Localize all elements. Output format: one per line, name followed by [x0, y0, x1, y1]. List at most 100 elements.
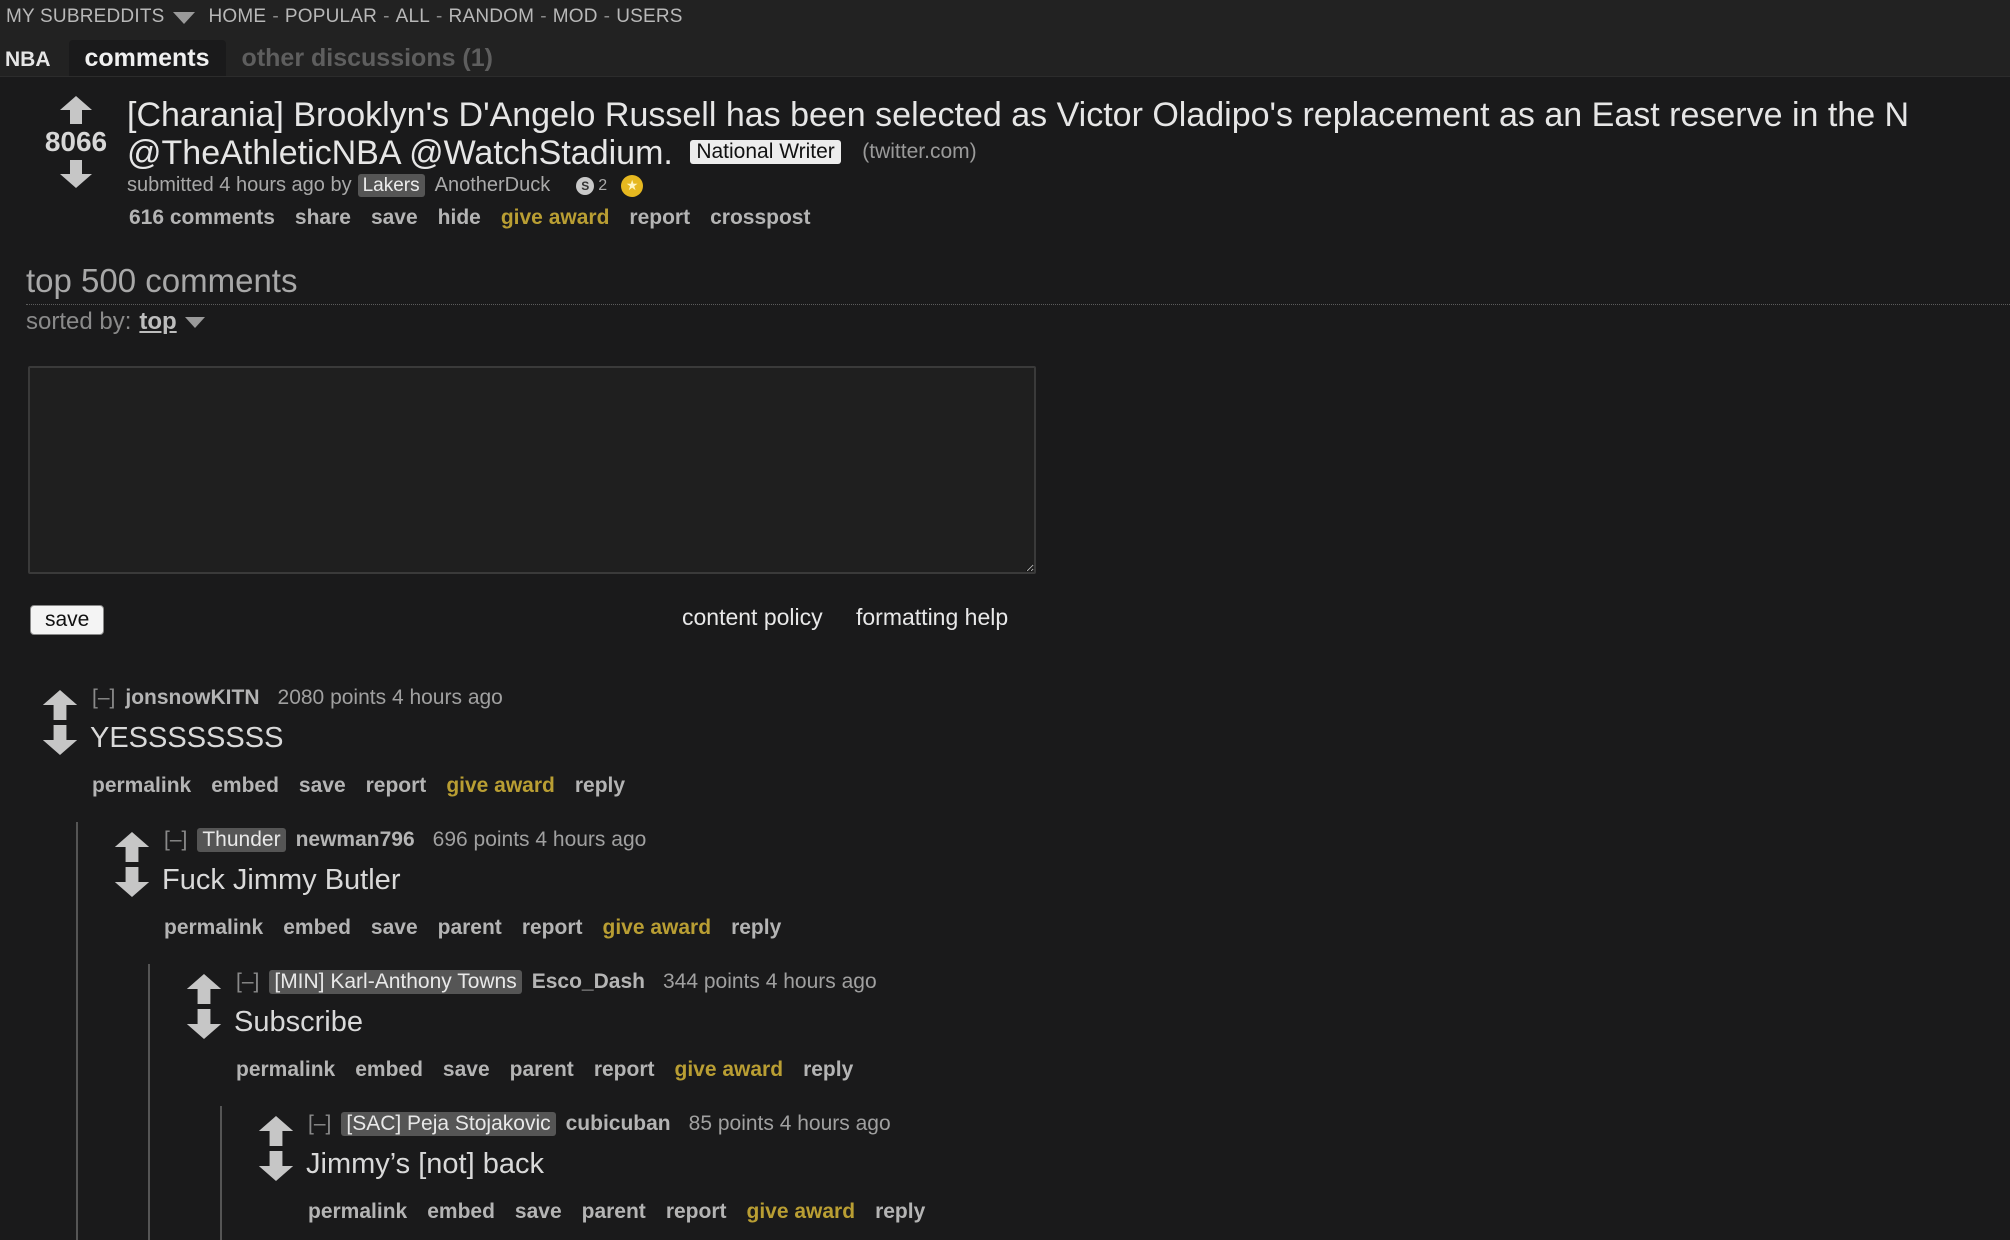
divider: [26, 304, 2010, 305]
save-button[interactable]: save: [299, 774, 346, 798]
tab-bar: NBA comments other discussions (1): [0, 40, 509, 76]
nav-mod[interactable]: MOD: [553, 6, 598, 28]
nav-separator: -: [272, 6, 279, 27]
comment-points: 2080 points 4 hours ago: [277, 686, 503, 709]
post-tagline: submitted 4 hours ago by Lakers AnotherD…: [127, 174, 644, 197]
comment-author[interactable]: newman796: [296, 828, 415, 852]
nav-home[interactable]: HOME: [209, 6, 267, 28]
thread-line[interactable]: [148, 964, 150, 1240]
permalink-button[interactable]: permalink: [164, 916, 263, 940]
parent-button[interactable]: parent: [438, 916, 502, 940]
upvote-arrow-icon[interactable]: [186, 974, 222, 1004]
content-policy-link[interactable]: content policy: [682, 604, 823, 631]
nav-all[interactable]: ALL: [396, 6, 430, 28]
save-button[interactable]: save: [371, 206, 418, 230]
permalink-button[interactable]: permalink: [92, 774, 191, 798]
upvote-arrow-icon[interactable]: [258, 1116, 294, 1146]
post-title-line-1[interactable]: [Charania] Brooklyn's D'Angelo Russell h…: [127, 96, 2010, 134]
comment-author[interactable]: Esco_Dash: [532, 970, 645, 994]
collapse-toggle[interactable]: [–]: [92, 686, 115, 710]
link-flair: National Writer: [690, 140, 841, 165]
comment-author[interactable]: jonsnowKITN: [125, 686, 259, 710]
give-award-button[interactable]: give award: [603, 916, 712, 940]
give-award-button[interactable]: give award: [446, 774, 555, 798]
silver-award[interactable]: S 2: [576, 176, 607, 195]
reply-textarea[interactable]: [28, 366, 1036, 574]
gold-award-icon[interactable]: ★: [621, 174, 644, 197]
collapse-toggle[interactable]: [–]: [164, 828, 187, 852]
comment-buttons: permalink embed save parent report give …: [236, 1058, 873, 1082]
nav-users[interactable]: USERS: [616, 6, 682, 28]
upvote-arrow-icon[interactable]: [42, 690, 78, 720]
share-button[interactable]: share: [295, 206, 351, 230]
post-title[interactable]: [Charania] Brooklyn's D'Angelo Russell h…: [127, 96, 2010, 174]
upvote-arrow-icon[interactable]: [114, 832, 150, 862]
nav-separator: -: [383, 6, 390, 27]
embed-button[interactable]: embed: [427, 1200, 495, 1224]
report-button[interactable]: report: [629, 206, 690, 230]
reply-button[interactable]: reply: [731, 916, 781, 940]
upvote-arrow-icon[interactable]: [60, 96, 92, 124]
permalink-button[interactable]: permalink: [236, 1058, 335, 1082]
comments-count-link[interactable]: 616 comments: [129, 206, 275, 230]
embed-button[interactable]: embed: [211, 774, 279, 798]
downvote-arrow-icon[interactable]: [258, 1151, 294, 1181]
collapse-toggle[interactable]: [–]: [236, 970, 259, 994]
report-button[interactable]: report: [366, 774, 427, 798]
save-comment-button[interactable]: save: [30, 605, 105, 635]
downvote-arrow-icon[interactable]: [42, 725, 78, 755]
report-button[interactable]: report: [666, 1200, 727, 1224]
give-award-button[interactable]: give award: [675, 1058, 784, 1082]
sort-dropdown[interactable]: top: [139, 308, 176, 336]
post-domain[interactable]: (twitter.com): [862, 140, 976, 163]
downvote-arrow-icon[interactable]: [114, 867, 150, 897]
comment-header: [–] jonsnowKITN 2080 points 4 hours ago: [92, 686, 503, 710]
comment-vote: [42, 690, 78, 760]
give-award-button[interactable]: give award: [747, 1200, 856, 1224]
subreddit-name[interactable]: NBA: [0, 48, 69, 76]
post-title-line-2[interactable]: @TheAthleticNBA @WatchStadium.: [127, 134, 673, 172]
collapse-toggle[interactable]: [–]: [308, 1112, 331, 1136]
reply-button[interactable]: reply: [575, 774, 625, 798]
reply-button[interactable]: reply: [803, 1058, 853, 1082]
nav-separator: -: [540, 6, 547, 27]
sort-control: sorted by: top: [26, 308, 205, 336]
downvote-arrow-icon[interactable]: [60, 160, 92, 188]
give-award-button[interactable]: give award: [501, 206, 610, 230]
comment-header: [–] [MIN] Karl-Anthony Towns Esco_Dash 3…: [236, 970, 877, 994]
parent-button[interactable]: parent: [582, 1200, 646, 1224]
sorted-by-label: sorted by:: [26, 308, 132, 335]
comment-body: YESSSSSSSS: [90, 722, 284, 754]
comment-author[interactable]: cubicuban: [566, 1112, 671, 1136]
save-button[interactable]: save: [371, 916, 418, 940]
embed-button[interactable]: embed: [283, 916, 351, 940]
save-button[interactable]: save: [515, 1200, 562, 1224]
downvote-arrow-icon[interactable]: [186, 1009, 222, 1039]
crosspost-button[interactable]: crosspost: [710, 206, 810, 230]
report-button[interactable]: report: [594, 1058, 655, 1082]
post-vote-column: 8066: [38, 96, 114, 188]
parent-button[interactable]: parent: [510, 1058, 574, 1082]
report-button[interactable]: report: [522, 916, 583, 940]
permalink-button[interactable]: permalink: [308, 1200, 407, 1224]
save-button[interactable]: save: [443, 1058, 490, 1082]
tab-comments[interactable]: comments: [68, 40, 226, 76]
nav-random[interactable]: RANDOM: [449, 6, 535, 28]
post-author[interactable]: AnotherDuck: [435, 174, 551, 197]
thread-line[interactable]: [76, 822, 78, 1240]
my-subreddits-button[interactable]: MY SUBREDDITS: [6, 6, 165, 28]
embed-button[interactable]: embed: [355, 1058, 423, 1082]
chevron-down-icon[interactable]: [184, 316, 205, 328]
user-flair: Thunder: [197, 828, 286, 852]
tab-other-discussions[interactable]: other discussions (1): [226, 40, 509, 76]
formatting-help-link[interactable]: formatting help: [856, 604, 1008, 631]
hide-button[interactable]: hide: [438, 206, 481, 230]
nav-popular[interactable]: POPULAR: [285, 6, 377, 28]
reply-button[interactable]: reply: [875, 1200, 925, 1224]
nav-separator: -: [603, 6, 611, 27]
nav-separator: -: [436, 6, 443, 27]
subreddit-nav: MY SUBREDDITS HOME - POPULAR - ALL - RAN…: [6, 6, 683, 28]
thread-line[interactable]: [220, 1106, 222, 1240]
comment-buttons: permalink embed save parent report give …: [164, 916, 801, 940]
chevron-down-icon[interactable]: [172, 12, 195, 24]
